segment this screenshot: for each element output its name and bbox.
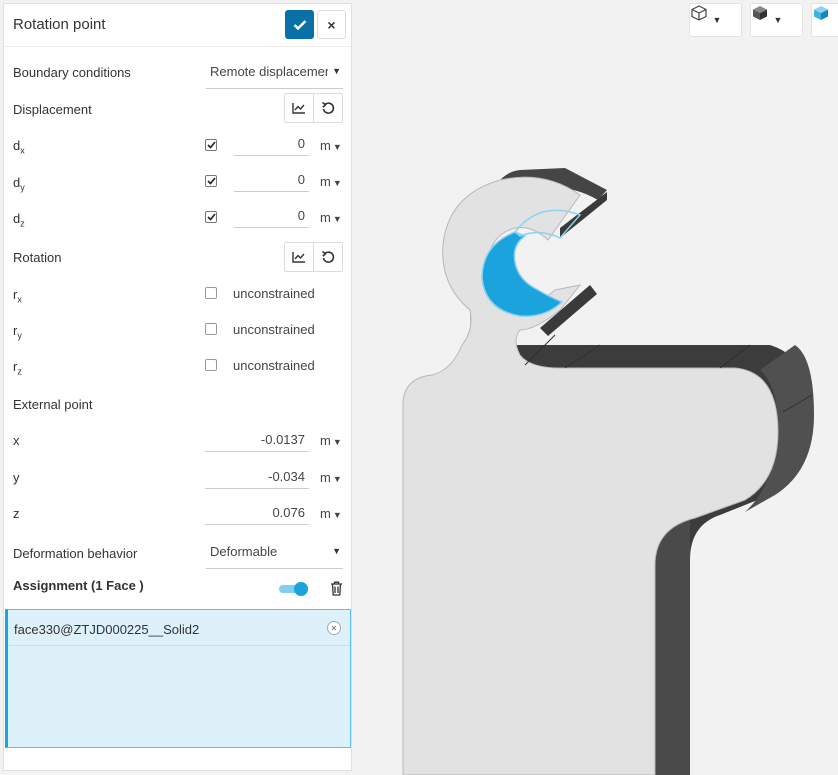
ry-status: unconstrained (233, 322, 315, 337)
ext-y-label: y (13, 470, 20, 485)
close-button[interactable]: × (317, 10, 346, 39)
ext-z-unit-select[interactable]: m ▼ (320, 506, 342, 521)
undo-icon (322, 101, 335, 114)
ry-checkbox[interactable] (205, 323, 217, 335)
rotation-point-panel: Rotation point × Boundary conditions Rem… (3, 3, 352, 771)
rotation-reset-button[interactable] (313, 243, 342, 271)
remove-assignment-icon[interactable]: ✕ (327, 621, 341, 635)
chevron-down-icon: ▼ (332, 178, 342, 188)
header-divider (4, 46, 351, 47)
dx-label: dx (13, 138, 25, 156)
rz-checkbox[interactable] (205, 359, 217, 371)
ext-x-unit-select[interactable]: m ▼ (320, 433, 342, 448)
view-color-button[interactable] (811, 3, 838, 37)
dz-label: dz (13, 211, 25, 229)
dz-unit-select[interactable]: m ▼ (320, 210, 342, 225)
rx-status: unconstrained (233, 286, 315, 301)
cube-color-icon (814, 6, 828, 20)
trash-icon (331, 581, 342, 596)
assignment-title: Assignment (1 Face ) (13, 578, 144, 593)
boundary-conditions-select[interactable]: Remote displacement ▼ (206, 62, 343, 89)
dx-input[interactable]: 0 (234, 134, 309, 156)
dy-label: dy (13, 175, 25, 193)
dy-input[interactable]: 0 (234, 170, 309, 192)
chevron-down-icon: ▼ (332, 142, 342, 152)
rotation-actions (284, 242, 343, 272)
dy-checkbox[interactable] (205, 175, 217, 187)
view-solid-button[interactable]: ▼ (750, 3, 803, 37)
ry-label: ry (13, 323, 22, 341)
dz-input[interactable]: 0 (234, 206, 309, 228)
dx-checkbox[interactable] (205, 139, 217, 151)
rz-status: unconstrained (233, 358, 315, 373)
assignment-item[interactable]: face330@ZTJD000225__Solid2 (14, 622, 199, 637)
chevron-down-icon: ▼ (773, 15, 783, 25)
ext-z-input[interactable]: 0.076 (205, 503, 309, 525)
chevron-down-icon: ▼ (332, 214, 342, 224)
cube-outline-icon (691, 5, 707, 21)
rx-checkbox[interactable] (205, 287, 217, 299)
ext-x-label: x (13, 433, 20, 448)
selected-face[interactable] (481, 231, 564, 317)
close-icon: × (327, 16, 336, 33)
panel-title: Rotation point (13, 16, 106, 33)
assignment-list[interactable]: face330@ZTJD000225__Solid2 ✕ (5, 609, 351, 748)
dy-unit-select[interactable]: m ▼ (320, 174, 342, 189)
boundary-conditions-label: Boundary conditions (13, 65, 131, 80)
deformation-behavior-select[interactable]: Deformable ▼ (206, 542, 343, 569)
deformation-behavior-value: Deformable (210, 544, 278, 559)
chevron-down-icon: ▼ (332, 546, 341, 556)
chart-line-icon (292, 252, 305, 263)
external-point-label: External point (13, 397, 93, 412)
rotation-chart-button[interactable] (285, 243, 313, 271)
chevron-down-icon: ▼ (332, 474, 342, 484)
chevron-down-icon: ▼ (332, 66, 341, 76)
confirm-button[interactable] (285, 10, 314, 39)
ext-x-input[interactable]: -0.0137 (205, 430, 309, 452)
displacement-label: Displacement (13, 102, 92, 117)
dz-checkbox[interactable] (205, 211, 217, 223)
rx-label: rx (13, 287, 22, 305)
chevron-down-icon: ▼ (332, 510, 342, 520)
boundary-conditions-value: Remote displacement (210, 64, 328, 79)
delete-assignment-button[interactable] (330, 581, 343, 601)
displacement-reset-button[interactable] (313, 94, 342, 122)
displacement-chart-button[interactable] (285, 94, 313, 122)
assignment-toggle[interactable] (279, 582, 309, 596)
check-icon (206, 141, 216, 149)
check-icon (293, 19, 306, 30)
displacement-actions (284, 93, 343, 123)
rotation-label: Rotation (13, 250, 62, 265)
chart-line-icon (292, 103, 305, 114)
view-wireframe-button[interactable]: ▼ (689, 3, 742, 37)
ext-y-input[interactable]: -0.034 (205, 467, 309, 489)
check-icon (206, 213, 216, 221)
chevron-down-icon: ▼ (332, 437, 342, 447)
toggle-knob (294, 582, 308, 596)
undo-icon (322, 250, 335, 263)
ext-y-unit-select[interactable]: m ▼ (320, 470, 342, 485)
chevron-down-icon: ▼ (712, 15, 722, 25)
cube-solid-icon (753, 6, 767, 20)
assignment-divider (8, 645, 350, 646)
dx-unit-select[interactable]: m ▼ (320, 138, 342, 153)
ext-z-label: z (13, 506, 20, 521)
rz-label: rz (13, 359, 22, 377)
check-icon (206, 177, 216, 185)
deformation-behavior-label: Deformation behavior (13, 546, 138, 561)
